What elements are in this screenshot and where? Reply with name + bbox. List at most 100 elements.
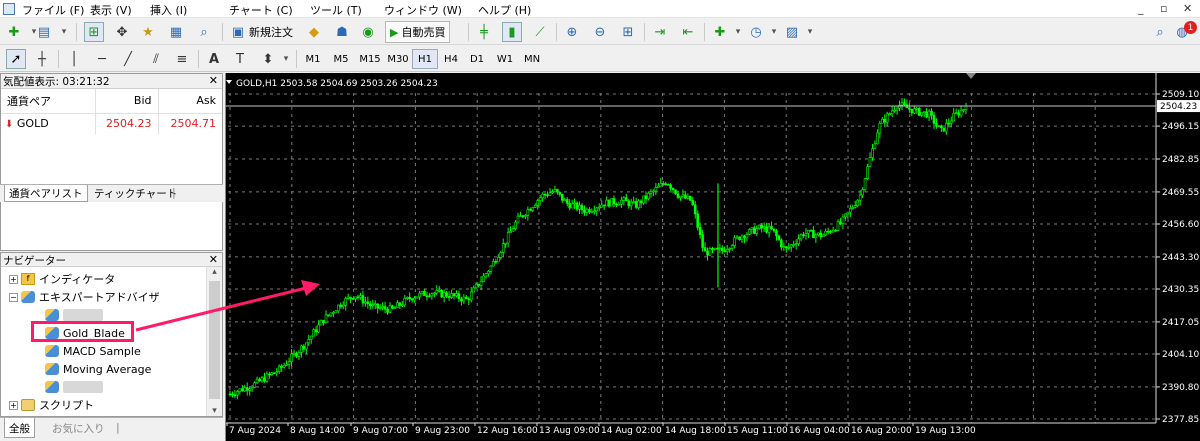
dropdown-icon[interactable]: ▾ bbox=[800, 22, 820, 42]
strategy-tester-icon[interactable]: ⌕ bbox=[194, 22, 214, 42]
indicators-icon[interactable]: ✚ bbox=[710, 22, 730, 42]
candle-body bbox=[615, 203, 618, 206]
notification-badge[interactable]: 1 bbox=[1184, 21, 1197, 34]
tree-item-moving-average[interactable]: Moving Average bbox=[45, 360, 151, 378]
zoom-in-icon[interactable]: ⊕ bbox=[562, 22, 582, 42]
x-tick-label: 7 Aug 2024 bbox=[229, 426, 281, 436]
restore-button[interactable]: ▫ bbox=[1160, 2, 1167, 15]
gold-h1-chart[interactable]: 2509.10 2496.15 2482.85 2469.55 2456.60 2443.… bbox=[226, 73, 1200, 441]
auto-scroll-icon[interactable]: ⇥ bbox=[650, 22, 670, 42]
market-watch-icon[interactable]: ⊞ bbox=[84, 22, 104, 42]
tree-item-ea-hidden-2[interactable] bbox=[45, 378, 103, 396]
zoom-out-icon[interactable]: ⊖ bbox=[590, 22, 610, 42]
autotrading-button[interactable]: ▶ 自動売買 bbox=[385, 21, 451, 43]
menu-help[interactable]: ヘルプ (H) bbox=[478, 2, 531, 18]
close-button[interactable]: ✕ bbox=[1183, 2, 1192, 15]
trendline-icon[interactable]: ╱ bbox=[118, 49, 138, 69]
line-chart-icon[interactable]: ⟋ bbox=[530, 22, 550, 42]
new-chart-icon[interactable]: ✚ bbox=[4, 22, 24, 42]
timeframe-d1[interactable]: D1 bbox=[464, 49, 490, 69]
text-label-icon[interactable]: T bbox=[230, 49, 250, 69]
expand-icon[interactable]: + bbox=[9, 400, 18, 410]
candle-body bbox=[398, 302, 402, 306]
candle-body bbox=[674, 189, 677, 195]
timeframe-m1[interactable]: M1 bbox=[300, 49, 326, 69]
cursor-icon[interactable]: ➚ bbox=[6, 49, 26, 69]
dropdown-icon[interactable]: ▾ bbox=[728, 22, 748, 42]
timeframe-m5[interactable]: M5 bbox=[328, 49, 354, 69]
tab-tick-chart[interactable]: ティックチャート bbox=[90, 185, 181, 202]
bar-chart-icon[interactable]: ╪ bbox=[474, 22, 494, 42]
chart-shift-icon[interactable]: ⇤ bbox=[678, 22, 698, 42]
menu-chart[interactable]: チャート (C) bbox=[229, 2, 293, 18]
column-ask[interactable]: Ask bbox=[158, 89, 222, 114]
candle-body bbox=[644, 195, 648, 199]
timeframe-w1[interactable]: W1 bbox=[492, 49, 518, 69]
dropdown-icon[interactable]: ▾ bbox=[54, 22, 74, 42]
menu-window[interactable]: ウィンドウ (W) bbox=[384, 2, 462, 18]
menu-view[interactable]: 表示 (V) bbox=[90, 2, 132, 18]
candle-body bbox=[733, 237, 736, 246]
close-icon[interactable]: ✕ bbox=[209, 74, 218, 87]
tree-item-expert-advisors[interactable]: − エキスパートアドバイザ bbox=[9, 288, 160, 306]
candle-body bbox=[553, 189, 557, 192]
candle-body bbox=[935, 123, 938, 126]
dropdown-icon[interactable]: ▾ bbox=[764, 22, 784, 42]
candle-body bbox=[851, 207, 855, 209]
candle-body bbox=[462, 296, 466, 302]
profiles-icon[interactable]: ▤ bbox=[34, 22, 54, 42]
scroll-up-icon[interactable]: ▴ bbox=[207, 267, 222, 277]
arrows-icon[interactable]: ⬍ bbox=[258, 49, 278, 69]
navigator-icon[interactable]: ★ bbox=[138, 22, 158, 42]
navigator-scrollbar[interactable]: ▴ ▾ bbox=[206, 267, 222, 416]
fibonacci-icon[interactable]: ≡ bbox=[172, 49, 192, 69]
tab-favorites[interactable]: お気に入り bbox=[48, 418, 109, 435]
minimize-button[interactable]: _ bbox=[1138, 2, 1144, 15]
vertical-line-icon[interactable]: │ bbox=[64, 49, 84, 69]
terminal-icon[interactable]: ▦ bbox=[166, 22, 186, 42]
table-row[interactable]: ⬇ GOLD 2504.23 2504.71 bbox=[1, 113, 222, 134]
column-bid[interactable]: Bid bbox=[95, 89, 159, 114]
timeframe-h4[interactable]: H4 bbox=[438, 49, 464, 69]
timeframe-mn[interactable]: MN bbox=[518, 49, 546, 69]
periods-icon[interactable]: ◷ bbox=[746, 22, 766, 42]
horizontal-line-icon[interactable]: ─ bbox=[92, 49, 112, 69]
timeframe-m15[interactable]: M15 bbox=[356, 49, 384, 69]
candle-body bbox=[570, 203, 574, 209]
menu-tools[interactable]: ツール (T) bbox=[310, 2, 362, 18]
templates-icon[interactable]: ▨ bbox=[782, 22, 802, 42]
user-icon[interactable]: ☗ bbox=[332, 22, 352, 42]
search-icon[interactable]: ⌕ bbox=[1150, 22, 1170, 42]
new-order-button[interactable]: 新規注文 bbox=[249, 24, 293, 40]
dropdown-icon[interactable]: ▾ bbox=[276, 49, 296, 69]
tree-item-macd-sample[interactable]: MACD Sample bbox=[45, 342, 141, 360]
tab-symbols[interactable]: 通貨ペアリスト bbox=[4, 185, 88, 202]
timeframe-h1[interactable]: H1 bbox=[412, 49, 438, 69]
new-order-icon[interactable]: ▣ bbox=[228, 22, 248, 42]
chart-shift-marker[interactable] bbox=[966, 73, 976, 79]
candle-body bbox=[785, 246, 788, 249]
metaeditor-icon[interactable]: ◆ bbox=[304, 22, 324, 42]
tab-common[interactable]: 全般 bbox=[4, 418, 35, 438]
tile-windows-icon[interactable]: ⊞ bbox=[618, 22, 638, 42]
tree-item-scripts[interactable]: + スクリプト bbox=[9, 396, 94, 414]
menu-file[interactable]: ファイル (F) bbox=[22, 2, 84, 18]
scroll-thumb[interactable] bbox=[209, 281, 220, 399]
menu-insert[interactable]: 挿入 (I) bbox=[150, 2, 187, 18]
crosshair-icon[interactable]: ┼ bbox=[32, 49, 52, 69]
text-icon[interactable]: A bbox=[204, 49, 224, 69]
candlestick-icon[interactable]: ▮ bbox=[502, 22, 522, 42]
collapse-icon[interactable]: − bbox=[9, 292, 18, 302]
column-symbol[interactable]: 通貨ペア bbox=[1, 89, 96, 114]
signals-icon[interactable]: ◉ bbox=[358, 22, 378, 42]
tree-item-indicators[interactable]: + f インディケータ bbox=[9, 270, 115, 288]
candle-body bbox=[686, 195, 690, 199]
expand-icon[interactable]: + bbox=[9, 274, 18, 284]
scroll-down-icon[interactable]: ▾ bbox=[207, 406, 222, 416]
chart-menu-icon[interactable] bbox=[226, 80, 232, 84]
timeframe-m30[interactable]: M30 bbox=[384, 49, 412, 69]
data-window-icon[interactable]: ✥ bbox=[112, 22, 132, 42]
chart-window[interactable]: 2509.10 2496.15 2482.85 2469.55 2456.60 2443.… bbox=[225, 73, 1200, 441]
close-icon[interactable]: ✕ bbox=[209, 253, 218, 266]
channel-icon[interactable]: ⫽ bbox=[146, 49, 166, 69]
